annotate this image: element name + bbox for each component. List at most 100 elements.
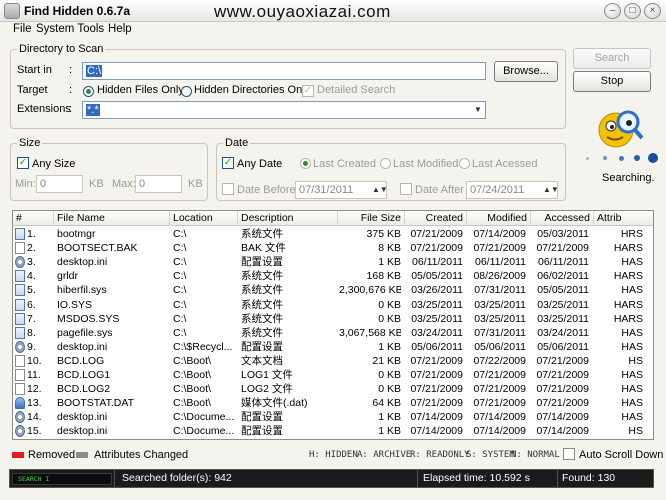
colon: : bbox=[69, 103, 73, 115]
settings-file-icon bbox=[15, 256, 25, 269]
table-row[interactable]: 10. BCD.LOG C:\Boot\ 文本文档 21 KB 07/21/2009 07/… bbox=[13, 354, 653, 368]
start-in-label: Start in bbox=[17, 64, 52, 76]
auto-scroll-label[interactable]: Auto Scroll Down bbox=[579, 449, 663, 461]
cell-file-size: 21 KB bbox=[372, 354, 401, 367]
date-after-input[interactable]: 07/24/2011 ▲▼ bbox=[466, 181, 558, 199]
date-after-checkbox[interactable] bbox=[400, 183, 412, 195]
spin-icon[interactable]: ▲▼ bbox=[372, 182, 386, 198]
cell-created: 07/21/2009 bbox=[410, 397, 463, 410]
results-table[interactable]: # File Name Location Description File Si… bbox=[12, 210, 654, 440]
cell-attrib: HARS bbox=[613, 312, 643, 325]
chevron-down-icon[interactable]: ▼ bbox=[471, 102, 485, 118]
col-file-name[interactable]: File Name bbox=[54, 211, 170, 226]
spin-icon[interactable]: ▲▼ bbox=[543, 182, 557, 198]
col-modified[interactable]: Modified bbox=[467, 211, 531, 226]
col-location[interactable]: Location bbox=[170, 211, 238, 226]
attributes-changed-label: Attributes Changed bbox=[94, 449, 189, 461]
col-accessed[interactable]: Accessed bbox=[531, 211, 594, 226]
browse-button[interactable]: Browse... bbox=[494, 61, 558, 82]
any-date-checkbox[interactable]: ✓ bbox=[222, 157, 234, 169]
cell-description: 配置设置 bbox=[241, 340, 283, 353]
table-row[interactable]: 3. desktop.ini C:\ 配置设置 1 KB 06/11/2011 06/11/… bbox=[13, 255, 653, 269]
table-row[interactable]: 11. BCD.LOG1 C:\Boot\ LOG1 文件 0 KB 07/21/2009… bbox=[13, 368, 653, 382]
col-attrib[interactable]: Attrib bbox=[594, 211, 653, 226]
system-file-icon bbox=[15, 312, 25, 325]
hidden-files-label[interactable]: Hidden Files Only bbox=[97, 84, 184, 96]
cell-location: C:\$Recycl... bbox=[173, 340, 233, 353]
col-description[interactable]: Description bbox=[238, 211, 338, 226]
stop-button[interactable]: Stop bbox=[573, 71, 651, 92]
col-created[interactable]: Created bbox=[405, 211, 467, 226]
table-row[interactable]: 6. IO.SYS C:\ 系统文件 0 KB 03/25/2011 03/25/2011 0… bbox=[13, 298, 653, 312]
any-date-label[interactable]: Any Date bbox=[237, 158, 282, 170]
table-row[interactable]: 14. desktop.ini C:\Docume... 配置设置 1 KB 07/14/… bbox=[13, 410, 653, 424]
menu-help[interactable]: Help bbox=[108, 23, 132, 35]
table-row[interactable]: 13. BOOTSTAT.DAT C:\Boot\ 媒体文件(.dat) 64 KB 07… bbox=[13, 396, 653, 410]
detailed-search-checkbox[interactable]: ✓ bbox=[302, 85, 314, 97]
last-modified-label[interactable]: Last Modified bbox=[393, 158, 458, 170]
last-accessed-label[interactable]: Last Acessed bbox=[472, 158, 537, 170]
table-row[interactable]: 2. BOOTSECT.BAK C:\ BAK 文件 8 KB 07/21/2009 07/… bbox=[13, 241, 653, 255]
cell-created: 03/24/2011 bbox=[411, 326, 463, 339]
table-row[interactable]: 9. desktop.ini C:\$Recycl... 配置设置 1 KB 05/06/… bbox=[13, 340, 653, 354]
minimize-icon[interactable]: – bbox=[604, 3, 621, 19]
cell-created: 07/14/2009 bbox=[410, 425, 463, 438]
start-in-input[interactable]: C:\ bbox=[82, 62, 486, 80]
cell-attrib: HAS bbox=[621, 256, 643, 269]
any-size-checkbox[interactable]: ✓ bbox=[17, 157, 29, 169]
hidden-dirs-label[interactable]: Hidden Directories Only bbox=[194, 84, 310, 96]
date-before-input[interactable]: 07/31/2011 ▲▼ bbox=[295, 181, 387, 199]
close-icon[interactable]: × bbox=[644, 3, 661, 19]
date-after-value: 07/24/2011 bbox=[470, 184, 525, 196]
table-row[interactable]: 5. hiberfil.sys C:\ 系统文件 2,300,676 KB 03/26/2… bbox=[13, 283, 653, 297]
cell-created: 03/25/2011 bbox=[411, 298, 463, 311]
cell-num: 10. bbox=[27, 354, 42, 367]
cell-accessed: 05/03/2011 bbox=[537, 228, 589, 240]
window-title: Find Hidden 0.6.7a bbox=[24, 4, 131, 18]
cell-attrib: HARS bbox=[613, 298, 643, 311]
last-created-radio[interactable] bbox=[300, 158, 311, 169]
cell-accessed: 07/14/2009 bbox=[536, 425, 589, 438]
table-row[interactable]: 4. grldr C:\ 系统文件 168 KB 05/05/2011 08/26/2009… bbox=[13, 269, 653, 283]
removed-swatch bbox=[12, 452, 24, 458]
extensions-input[interactable]: *.* ▼ bbox=[82, 101, 486, 119]
cell-file-size: 0 KB bbox=[378, 298, 401, 311]
maximize-icon[interactable]: □ bbox=[624, 3, 641, 19]
settings-file-icon bbox=[15, 425, 25, 438]
cell-attrib: HRS bbox=[620, 228, 643, 240]
hidden-dirs-radio[interactable] bbox=[181, 86, 192, 97]
cell-location: C:\ bbox=[173, 284, 187, 297]
table-row[interactable]: 8. pagefile.sys C:\ 系统文件 3,067,568 KB 03/24/2… bbox=[13, 326, 653, 340]
table-row[interactable]: 7. MSDOS.SYS C:\ 系统文件 0 KB 03/25/2011 03/25/20… bbox=[13, 312, 653, 326]
cell-location: C:\ bbox=[173, 298, 187, 311]
detailed-search-label: Detailed Search bbox=[317, 84, 396, 96]
menu-file[interactable]: File bbox=[13, 23, 32, 35]
cell-accessed: 07/21/2009 bbox=[536, 383, 589, 396]
col-num[interactable]: # bbox=[13, 211, 54, 226]
last-created-label[interactable]: Last Created bbox=[313, 158, 376, 170]
table-row[interactable]: 15. desktop.ini C:\Docume... 配置设置 1 KB 07/14/… bbox=[13, 424, 653, 438]
auto-scroll-checkbox[interactable] bbox=[563, 448, 575, 460]
table-row[interactable]: 1. bootmgr C:\ 系统文件 375 KB 07/21/2009 07/14/20… bbox=[13, 227, 653, 241]
cell-location: C:\ bbox=[173, 256, 187, 269]
hidden-files-radio[interactable] bbox=[83, 86, 94, 97]
date-after-label: Date After bbox=[415, 184, 464, 196]
menu-system-tools[interactable]: System Tools bbox=[36, 23, 104, 35]
cell-description: BAK 文件 bbox=[241, 242, 286, 255]
system-file-icon bbox=[15, 284, 25, 297]
last-modified-radio[interactable] bbox=[380, 158, 391, 169]
search-button[interactable]: Search bbox=[573, 48, 651, 69]
max-size-input[interactable]: 0 bbox=[135, 175, 182, 193]
table-row[interactable]: 12. BCD.LOG2 C:\Boot\ LOG2 文件 0 KB 07/21/2009… bbox=[13, 382, 653, 396]
extensions-value: *.* bbox=[86, 104, 100, 116]
col-file-size[interactable]: File Size bbox=[338, 211, 405, 226]
app-icon bbox=[4, 3, 20, 19]
last-accessed-radio[interactable] bbox=[459, 158, 470, 169]
cell-description: 配置设置 bbox=[241, 425, 283, 438]
min-size-input[interactable]: 0 bbox=[36, 175, 83, 193]
date-before-checkbox[interactable] bbox=[222, 183, 234, 195]
cell-accessed: 06/11/2011 bbox=[538, 256, 589, 269]
cell-file-name: hiberfil.sys bbox=[57, 284, 107, 297]
attr-key-hidden: H: HIDDEN bbox=[309, 450, 358, 460]
any-size-label[interactable]: Any Size bbox=[32, 158, 75, 170]
